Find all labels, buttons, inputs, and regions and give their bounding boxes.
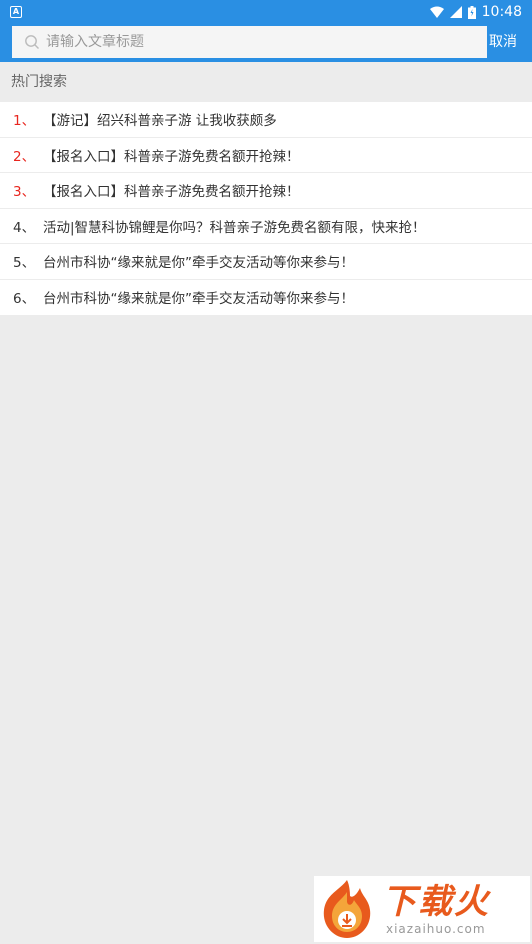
list-item-text: 【游记】绍兴科普亲子游 让我收获颇多	[43, 113, 277, 130]
list-item[interactable]: 2、 【报名入口】科普亲子游免费名额开抢辣！	[0, 138, 532, 173]
status-left: A	[10, 6, 22, 18]
list-item-index: 6、	[13, 291, 36, 308]
watermark-en: xiazaihuo.com	[386, 922, 486, 936]
watermark-text: 下载火 xiazaihuo.com	[382, 882, 490, 936]
list-item[interactable]: 3、 【报名入口】科普亲子游免费名额开抢辣！	[0, 173, 532, 209]
list-item[interactable]: 5、 台州市科协“缘来就是你”牵手交友活动等你来参与！	[0, 244, 532, 280]
list-item-index: 5、	[13, 255, 36, 272]
list-item[interactable]: 4、 活动|智慧科协锦鲤是你吗？科普亲子游免费名额有限，快来抢！	[0, 209, 532, 244]
status-right: 10:48	[429, 4, 522, 20]
hot-search-title: 热门搜索	[0, 62, 532, 102]
search-box[interactable]	[12, 26, 487, 58]
list-item-text: 活动|智慧科协锦鲤是你吗？科普亲子游免费名额有限，快来抢！	[43, 219, 426, 236]
app-notification-icon: A	[10, 6, 22, 18]
list-item-index: 1、	[13, 113, 36, 130]
hot-search-list: 1、 【游记】绍兴科普亲子游 让我收获颇多 2、 【报名入口】科普亲子游免费名额…	[0, 102, 532, 315]
clock: 10:48	[481, 4, 522, 20]
list-item-text: 台州市科协“缘来就是你”牵手交友活动等你来参与！	[43, 291, 354, 308]
battery-icon	[467, 5, 476, 19]
list-item-text: 【报名入口】科普亲子游免费名额开抢辣！	[43, 148, 300, 165]
search-icon	[25, 35, 39, 49]
cancel-button[interactable]: 取消	[489, 26, 517, 58]
list-item[interactable]: 1、 【游记】绍兴科普亲子游 让我收获颇多	[0, 102, 532, 138]
list-item-index: 3、	[13, 184, 36, 201]
list-item-index: 2、	[13, 148, 36, 165]
search-bar: 取消	[0, 24, 532, 62]
list-item-text: 台州市科协“缘来就是你”牵手交友活动等你来参与！	[43, 255, 354, 272]
search-input[interactable]	[46, 34, 466, 50]
wifi-icon	[429, 6, 444, 18]
list-item-text: 【报名入口】科普亲子游免费名额开抢辣！	[43, 184, 300, 201]
watermark-logo: 下载火 xiazaihuo.com	[314, 876, 530, 942]
flame-download-icon	[323, 880, 371, 938]
cellular-icon	[449, 6, 462, 18]
watermark-cn: 下载火	[382, 882, 490, 922]
status-bar: A 10:48	[0, 0, 532, 24]
list-item[interactable]: 6、 台州市科协“缘来就是你”牵手交友活动等你来参与！	[0, 280, 532, 316]
list-item-index: 4、	[13, 219, 36, 236]
